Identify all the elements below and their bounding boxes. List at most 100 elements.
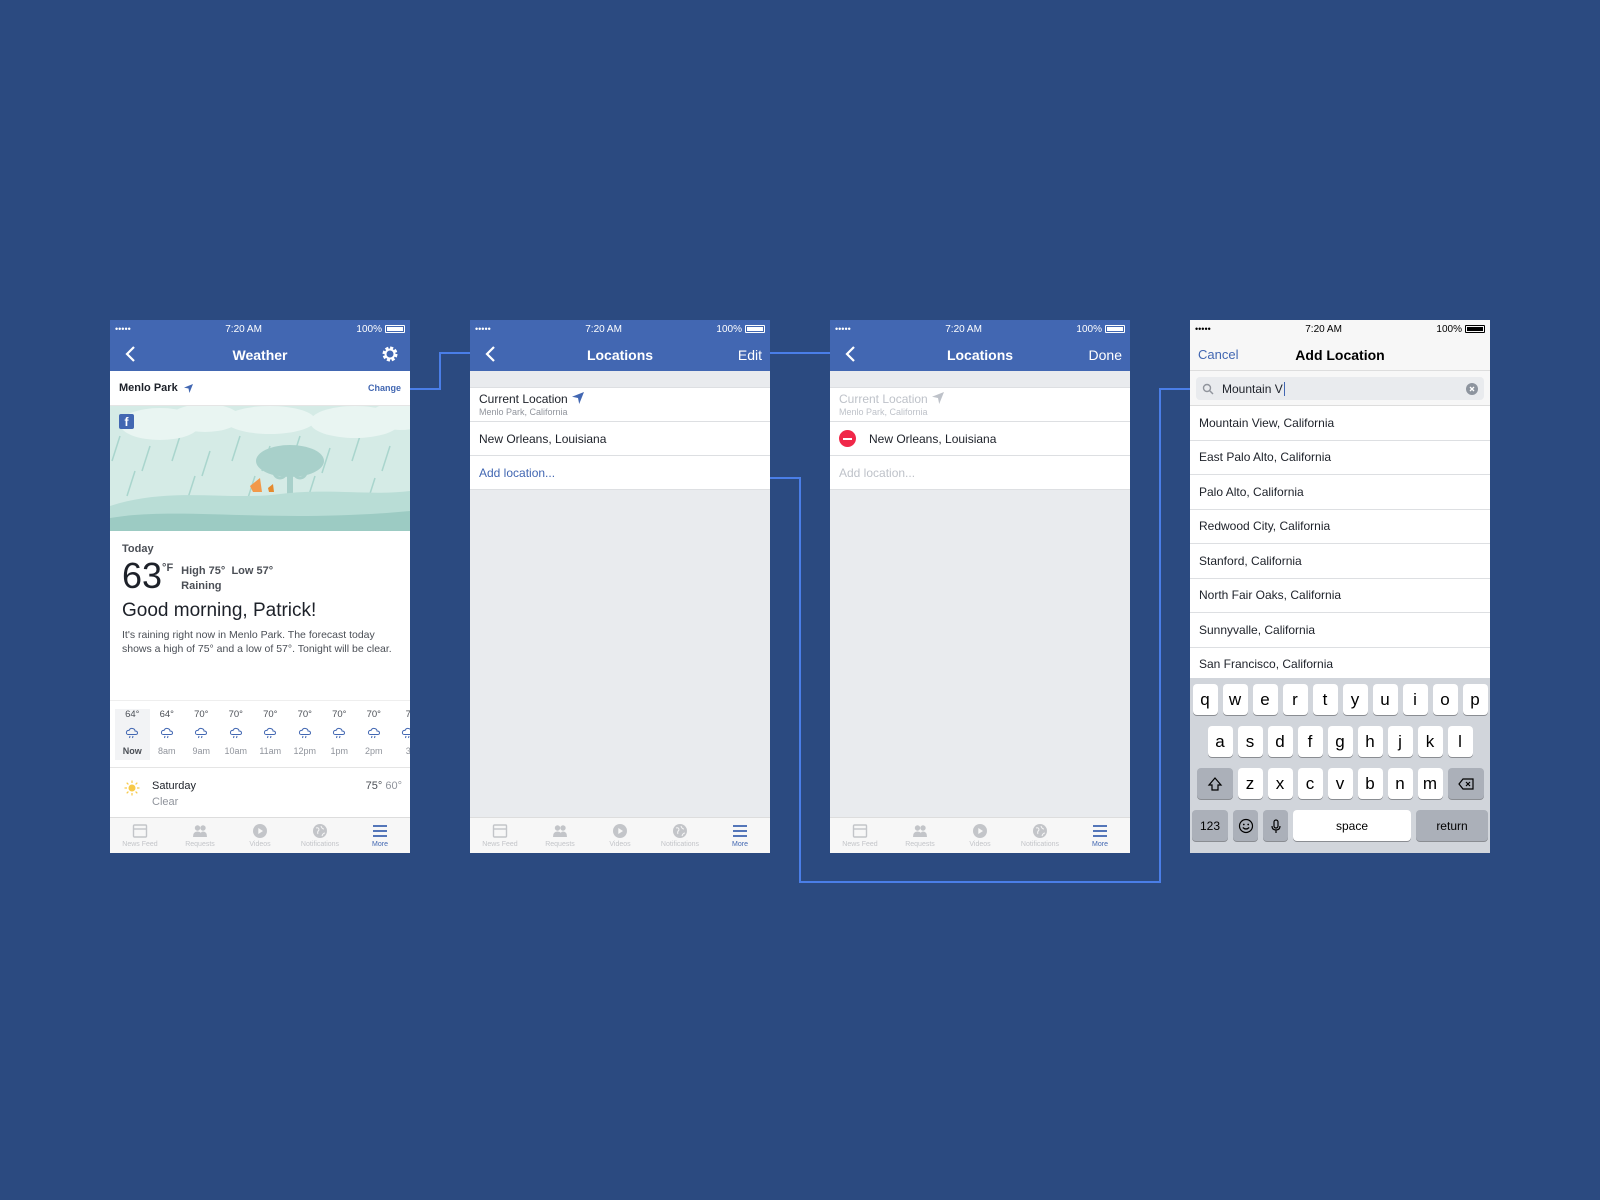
- location-name: Menlo Park: [119, 382, 178, 394]
- nav-bar: ••••• 7:20 AM 100% Cancel Add Location: [1190, 320, 1490, 371]
- suggestion-list: Mountain View, California East Palo Alto,…: [1190, 406, 1490, 682]
- suggestion-item[interactable]: North Fair Oaks, California: [1190, 579, 1490, 613]
- daily-forecast-row: Saturday Clear 75° 60°: [110, 767, 410, 817]
- tab-requests[interactable]: Requests: [890, 818, 950, 853]
- tab-bar: News Feed Requests Videos Notifications More: [470, 817, 770, 853]
- delete-key[interactable]: [1447, 768, 1484, 799]
- tab-label: Requests: [905, 841, 935, 848]
- videos-icon: [972, 823, 988, 839]
- hourly-label: 1pm: [330, 746, 348, 756]
- list-item-current-location[interactable]: Current Location Menlo Park, California: [470, 388, 770, 422]
- numbers-key[interactable]: 123: [1192, 810, 1228, 841]
- key-b[interactable]: b: [1357, 768, 1383, 799]
- hourly-temp: 70°: [297, 709, 312, 720]
- key-i[interactable]: i: [1402, 684, 1428, 715]
- list-item-saved-location[interactable]: New Orleans, Louisiana: [470, 422, 770, 456]
- suggestion-item[interactable]: Stanford, California: [1190, 544, 1490, 579]
- key-a[interactable]: a: [1207, 726, 1233, 757]
- suggestion-item[interactable]: Redwood City, California: [1190, 510, 1490, 544]
- status-time: 7:20 AM: [585, 323, 622, 335]
- key-z[interactable]: z: [1237, 768, 1263, 799]
- tab-more[interactable]: More: [710, 818, 770, 853]
- tab-notifications[interactable]: Notifications: [1010, 818, 1070, 853]
- tab-videos[interactable]: Videos: [230, 818, 290, 853]
- tab-notifications[interactable]: Notifications: [290, 818, 350, 853]
- hourly-temp: 70°: [194, 709, 209, 720]
- shift-key[interactable]: [1196, 768, 1233, 799]
- key-s[interactable]: s: [1237, 726, 1263, 757]
- news-feed-icon: [132, 823, 148, 839]
- key-p[interactable]: p: [1462, 684, 1488, 715]
- done-button[interactable]: Done: [1089, 347, 1122, 363]
- microphone-key[interactable]: [1263, 810, 1288, 841]
- tab-more[interactable]: More: [1070, 818, 1130, 853]
- change-location-link[interactable]: Change: [368, 383, 401, 393]
- key-w[interactable]: w: [1222, 684, 1248, 715]
- saved-location-label: New Orleans, Louisiana: [869, 431, 997, 446]
- suggestion-item[interactable]: Sunnyvalle, California: [1190, 613, 1490, 648]
- day-low: 60°: [385, 780, 402, 792]
- key-g[interactable]: g: [1327, 726, 1353, 757]
- back-button[interactable]: [842, 344, 862, 364]
- add-location-link[interactable]: Add location...: [470, 456, 770, 490]
- tab-label: Requests: [545, 841, 575, 848]
- battery-icon: [384, 325, 405, 333]
- edit-button[interactable]: Edit: [738, 347, 762, 363]
- tab-news-feed[interactable]: News Feed: [830, 818, 890, 853]
- key-r[interactable]: r: [1282, 684, 1308, 715]
- rain-icon: [229, 726, 243, 740]
- current-location-sub: Menlo Park, California: [479, 407, 568, 417]
- key-k[interactable]: k: [1417, 726, 1443, 757]
- key-f[interactable]: f: [1297, 726, 1323, 757]
- tab-label: Notifications: [1020, 841, 1060, 848]
- list-item-saved-location: New Orleans, Louisiana: [830, 422, 1130, 456]
- facebook-logo: f: [119, 414, 134, 429]
- signal-indicator: •••••: [115, 324, 131, 334]
- tab-videos[interactable]: Videos: [950, 818, 1010, 853]
- key-y[interactable]: y: [1342, 684, 1368, 715]
- key-x[interactable]: x: [1267, 768, 1293, 799]
- return-key[interactable]: return: [1416, 810, 1488, 841]
- tab-requests[interactable]: Requests: [530, 818, 590, 853]
- key-l[interactable]: l: [1447, 726, 1473, 757]
- key-j[interactable]: j: [1387, 726, 1413, 757]
- key-c[interactable]: c: [1297, 768, 1323, 799]
- key-t[interactable]: t: [1312, 684, 1338, 715]
- emoji-key[interactable]: [1233, 810, 1258, 841]
- key-d[interactable]: d: [1267, 726, 1293, 757]
- cancel-button[interactable]: Cancel: [1198, 347, 1238, 362]
- tab-news-feed[interactable]: News Feed: [110, 818, 170, 853]
- key-h[interactable]: h: [1357, 726, 1383, 757]
- suggestion-item[interactable]: Mountain View, California: [1190, 406, 1490, 441]
- suggestion-item[interactable]: Palo Alto, California: [1190, 475, 1490, 510]
- tab-notifications[interactable]: Notifications: [650, 818, 710, 853]
- locations-content: Current Location Menlo Park, California …: [830, 371, 1130, 817]
- rain-icon: [160, 726, 174, 740]
- delete-icon[interactable]: [839, 430, 856, 447]
- status-bar: ••••• 7:20 AM 100%: [470, 320, 770, 338]
- key-q[interactable]: q: [1192, 684, 1218, 715]
- key-v[interactable]: v: [1327, 768, 1353, 799]
- day-high: 75°: [365, 780, 383, 792]
- tab-news-feed[interactable]: News Feed: [470, 818, 530, 853]
- suggestion-item[interactable]: San Francisco, California: [1190, 648, 1490, 682]
- clear-icon[interactable]: [1466, 382, 1478, 395]
- space-key[interactable]: space: [1293, 810, 1411, 841]
- key-u[interactable]: u: [1372, 684, 1398, 715]
- hourly-forecast[interactable]: 64° Now 64° 8am 70° 9am 70° 10am 70° 11am 70° 12pm 7…: [110, 700, 410, 760]
- more-icon: [1092, 823, 1108, 839]
- back-button[interactable]: [482, 344, 502, 364]
- tab-more[interactable]: More: [350, 818, 410, 853]
- tab-label: News Feed: [122, 841, 158, 848]
- search-input[interactable]: Mountain V: [1196, 377, 1484, 400]
- key-n[interactable]: n: [1387, 768, 1413, 799]
- tab-requests[interactable]: Requests: [170, 818, 230, 853]
- key-m[interactable]: m: [1417, 768, 1443, 799]
- back-button[interactable]: [122, 344, 142, 364]
- key-e[interactable]: e: [1252, 684, 1278, 715]
- condition: Raining: [181, 580, 222, 592]
- key-o[interactable]: o: [1432, 684, 1458, 715]
- gear-icon[interactable]: [380, 344, 400, 364]
- suggestion-item[interactable]: East Palo Alto, California: [1190, 441, 1490, 475]
- tab-videos[interactable]: Videos: [590, 818, 650, 853]
